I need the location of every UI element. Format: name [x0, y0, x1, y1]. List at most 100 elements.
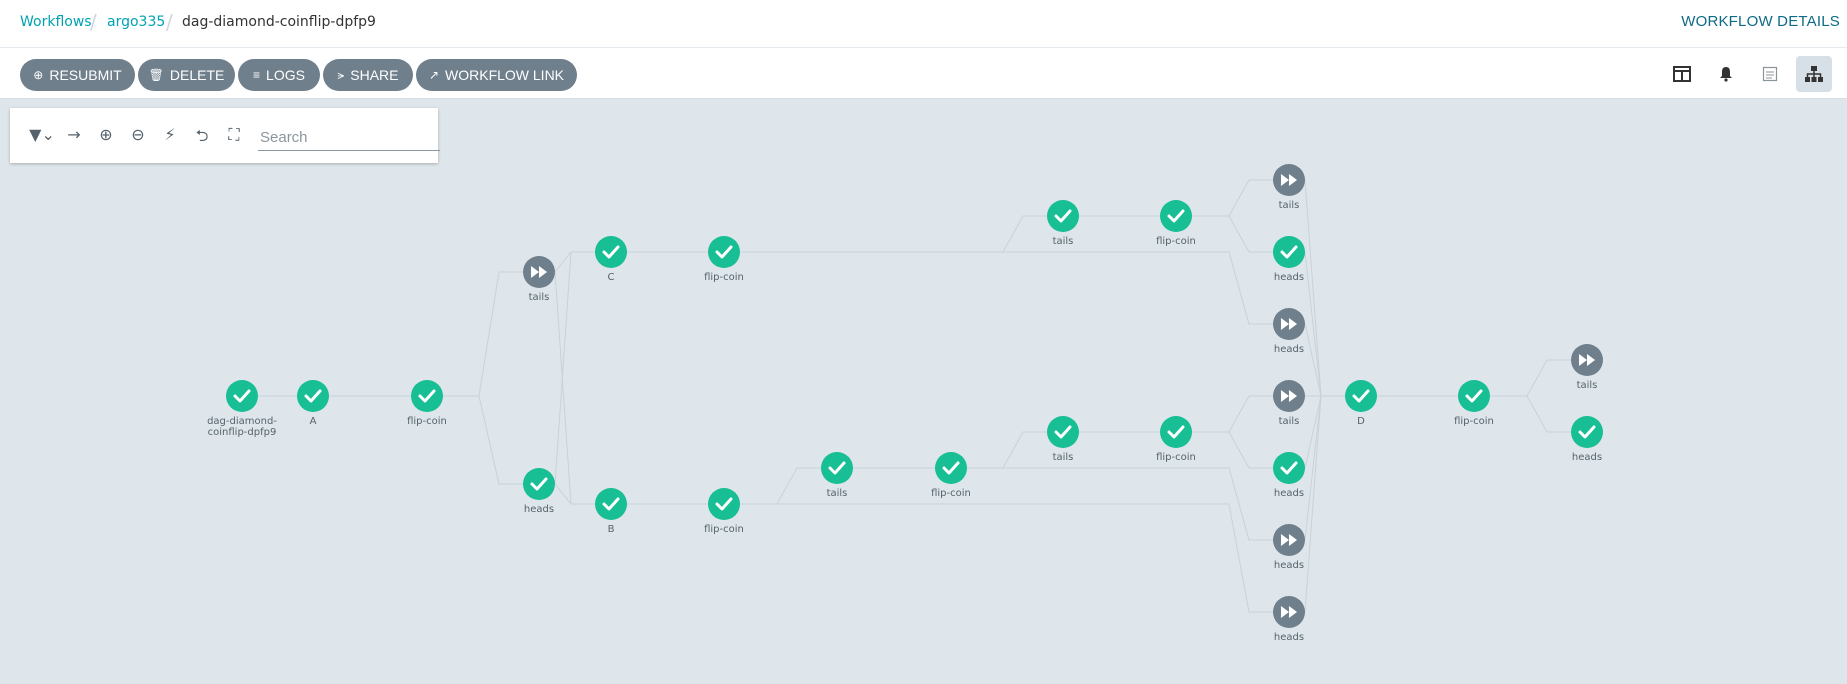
node-label: flip-coin	[1156, 236, 1196, 247]
graph-node-fcb3[interactable]: flip-coin	[1156, 416, 1196, 463]
node-label: flip-coin	[704, 272, 744, 283]
graph-node-tb3[interactable]: tails	[1273, 380, 1305, 427]
delete-button[interactable]: 🗑︎ DELETE	[138, 59, 235, 91]
success-status-icon	[1571, 416, 1603, 448]
graph-edge	[1192, 215, 1273, 253]
node-label: tails	[1279, 200, 1300, 211]
node-label: flip-coin	[931, 488, 971, 499]
graph-node-tc2[interactable]: tails	[1273, 164, 1305, 211]
filter-icon[interactable]: ▼⌄	[28, 125, 56, 144]
workflow-link-button[interactable]: ↗ WORKFLOW LINK	[416, 59, 577, 91]
breadcrumb-namespace[interactable]: argo335	[107, 14, 165, 30]
graph-edge	[1304, 395, 1345, 469]
bolt-icon[interactable]: ⚡︎	[159, 125, 181, 144]
node-label: tails	[529, 292, 550, 303]
node-label: heads	[1572, 452, 1602, 463]
success-status-icon	[595, 236, 627, 268]
arrow-right-icon[interactable]: →	[63, 125, 85, 144]
graph-edge	[740, 503, 1273, 613]
graph-edge	[1490, 395, 1571, 433]
graph-node-t1[interactable]: tails	[523, 256, 555, 303]
workflow-link-label: WORKFLOW LINK	[445, 67, 565, 83]
graph-node-b[interactable]: B	[595, 488, 627, 535]
graph-node-d[interactable]: D	[1345, 380, 1377, 427]
node-label: B	[608, 524, 615, 535]
zoom-out-icon[interactable]: ⊖	[127, 125, 149, 144]
node-label: A	[310, 416, 317, 427]
graph-edge	[740, 467, 821, 505]
node-label: coinflip-dpfp9	[208, 427, 277, 438]
breadcrumb-separator: /	[166, 10, 173, 34]
summary-icon[interactable]	[1752, 56, 1788, 92]
graph-node-fcb[interactable]: flip-coin	[704, 488, 744, 535]
graph-node-root[interactable]: dag-diamond-coinflip-dpfp9	[207, 380, 277, 438]
node-label: flip-coin	[407, 416, 447, 427]
logs-label: LOGS	[266, 67, 305, 83]
graph-edge	[967, 431, 1047, 469]
graph-node-tb2[interactable]: tails	[1047, 416, 1079, 463]
share-label: SHARE	[350, 67, 399, 83]
graph-node-hb3[interactable]: heads	[1273, 452, 1305, 499]
node-label: heads	[1274, 344, 1304, 355]
graph-node-tc[interactable]: tails	[1047, 200, 1079, 247]
graph-node-hc[interactable]: heads	[1273, 308, 1305, 355]
search-input[interactable]	[258, 124, 440, 151]
node-label: flip-coin	[1156, 452, 1196, 463]
bell-icon[interactable]	[1708, 56, 1744, 92]
list-icon: ≡	[253, 68, 261, 82]
graph-filter-panel: ▼⌄ → ⊕ ⊖ ⚡︎ ⮌ ⛶	[10, 108, 440, 163]
node-label: tails	[827, 488, 848, 499]
graph-node-fcc2[interactable]: flip-coin	[1156, 200, 1196, 247]
success-status-icon	[708, 488, 740, 520]
success-status-icon	[1047, 200, 1079, 232]
success-status-icon	[226, 380, 258, 412]
graph-node-fcc[interactable]: flip-coin	[704, 236, 744, 283]
success-status-icon	[1458, 380, 1490, 412]
graph-node-hb2[interactable]: heads	[1273, 524, 1305, 571]
graph-edge	[1304, 251, 1345, 397]
node-label: heads	[1274, 560, 1304, 571]
success-status-icon	[595, 488, 627, 520]
node-label: tails	[1577, 380, 1598, 391]
page-title: WORKFLOW DETAILS	[1681, 13, 1840, 30]
graph-node-tb[interactable]: tails	[821, 452, 853, 499]
collapse-icon[interactable]: ⮌	[191, 125, 213, 152]
node-label: C	[608, 272, 615, 283]
breadcrumb-separator: /	[90, 10, 97, 34]
graph-node-fcd[interactable]: flip-coin	[1454, 380, 1494, 427]
graph-edge	[443, 395, 523, 485]
graph-node-fc1[interactable]: flip-coin	[407, 380, 447, 427]
graph-node-hd[interactable]: heads	[1571, 416, 1603, 463]
node-label: D	[1357, 416, 1365, 427]
graph-node-h1[interactable]: heads	[523, 468, 555, 515]
tree-graph-icon[interactable]	[1796, 56, 1832, 92]
expand-icon[interactable]: ⛶	[223, 125, 245, 145]
node-label: dag-diamond-	[207, 416, 277, 427]
zoom-in-icon[interactable]: ⊕	[95, 125, 117, 144]
graph-node-hb[interactable]: heads	[1273, 596, 1305, 643]
graph-node-td[interactable]: tails	[1571, 344, 1603, 391]
success-status-icon	[1345, 380, 1377, 412]
breadcrumb-workflows[interactable]: Workflows	[20, 14, 92, 30]
share-button[interactable]: ⪫ SHARE	[323, 59, 413, 91]
graph-edge	[443, 271, 523, 397]
node-label: tails	[1279, 416, 1300, 427]
graph-node-fcb2[interactable]: flip-coin	[931, 452, 971, 499]
graph-node-c[interactable]: C	[595, 236, 627, 283]
logs-button[interactable]: ≡ LOGS	[238, 59, 320, 91]
success-status-icon	[1160, 416, 1192, 448]
success-status-icon	[1273, 236, 1305, 268]
graph-node-a[interactable]: A	[297, 380, 329, 427]
success-status-icon	[523, 468, 555, 500]
node-label: tails	[1053, 452, 1074, 463]
workflow-graph: dag-diamond-coinflip-dpfp9 A flip-coin tail…	[207, 164, 1603, 643]
node-label: heads	[524, 504, 554, 515]
resubmit-button[interactable]: ⊕ RESUBMIT	[20, 59, 135, 91]
graph-edge	[1304, 395, 1345, 613]
graph-edge	[1192, 179, 1273, 217]
node-label: tails	[1053, 236, 1074, 247]
node-label: heads	[1274, 632, 1304, 643]
top-bar: Workflows / argo335 / dag-diamond-coinfl…	[0, 0, 1847, 48]
graph-node-hc2[interactable]: heads	[1273, 236, 1305, 283]
layout-panel-icon[interactable]	[1664, 56, 1700, 92]
